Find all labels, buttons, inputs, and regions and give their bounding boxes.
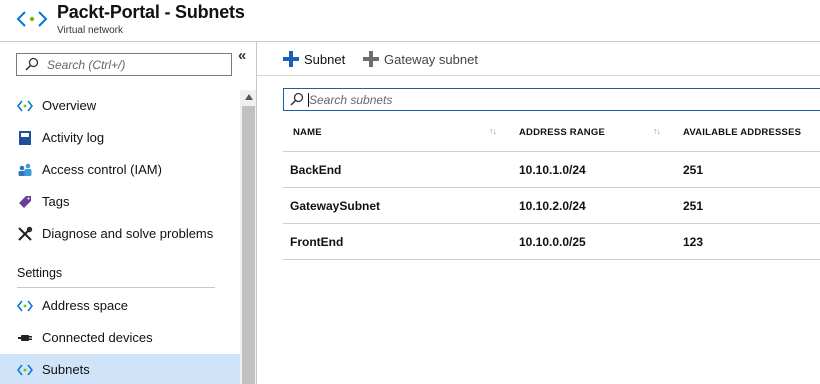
subnets-search-placeholder: Search subnets: [309, 93, 393, 107]
page-subtitle: Virtual network: [57, 25, 123, 36]
search-icon: [290, 92, 304, 106]
add-subnet-label: Subnet: [304, 52, 346, 67]
menu-item-tags[interactable]: Tags: [0, 188, 240, 216]
collapse-menu-icon[interactable]: «: [238, 47, 246, 64]
menu-item-address-space[interactable]: Address space: [0, 292, 240, 320]
menu-item-connected-devices[interactable]: Connected devices: [0, 324, 240, 352]
sort-icon[interactable]: ↑↓: [489, 126, 497, 136]
subnet-name[interactable]: GatewaySubnet: [290, 199, 380, 213]
blade-header: Packt-Portal - Subnets Virtual network: [0, 0, 820, 42]
column-header-name[interactable]: NAME: [293, 127, 322, 138]
subnet-address-range: 10.10.2.0/24: [519, 199, 586, 213]
activity-log-icon: [19, 131, 31, 145]
menu-item-label: Activity log: [42, 130, 105, 145]
page-title: Packt-Portal - Subnets: [57, 2, 245, 22]
menu-item-label: Overview: [42, 98, 97, 113]
menu-item-diagnose[interactable]: Diagnose and solve problems: [0, 220, 240, 248]
resource-menu: Search (Ctrl+/) « Overview Activity log …: [0, 42, 257, 384]
search-icon: [25, 57, 39, 71]
plus-icon: [363, 51, 379, 67]
plus-icon: [283, 51, 299, 67]
tag-icon: [19, 196, 31, 208]
vnet-icon: [17, 100, 33, 112]
section-divider: [17, 287, 215, 288]
row-divider: [283, 259, 820, 260]
menu-item-activity-log[interactable]: Activity log: [0, 124, 240, 152]
add-gateway-subnet-label: Gateway subnet: [384, 52, 478, 67]
subnet-available-addresses: 251: [683, 163, 704, 177]
subnet-address-range: 10.10.0.0/25: [519, 235, 586, 249]
subnet-name[interactable]: FrontEnd: [290, 235, 343, 249]
plug-icon: [18, 335, 32, 341]
subnet-available-addresses: 251: [683, 199, 704, 213]
vnet-icon: [17, 300, 33, 312]
settings-section-heading: Settings: [17, 266, 63, 280]
menu-item-label: Diagnose and solve problems: [42, 226, 214, 241]
subnet-available-addresses: 123: [683, 235, 704, 249]
menu-scrollbar-thumb[interactable]: [242, 106, 255, 384]
menu-item-label: Connected devices: [42, 330, 153, 345]
column-header-available-addresses[interactable]: AVAILABLE ADDRESSES: [683, 127, 801, 138]
menu-search-input[interactable]: Search (Ctrl+/): [16, 53, 232, 76]
subnet-name[interactable]: BackEnd: [290, 163, 341, 177]
iam-icon: [18, 163, 32, 176]
menu-search-placeholder: Search (Ctrl+/): [47, 58, 126, 72]
menu-item-access-control[interactable]: Access control (IAM): [0, 156, 240, 184]
menu-item-label: Address space: [42, 298, 128, 313]
vnet-icon: [16, 11, 48, 27]
menu-item-subnets[interactable]: Subnets: [0, 354, 240, 384]
menu-item-overview[interactable]: Overview: [0, 92, 240, 120]
menu-item-label: Tags: [42, 194, 70, 209]
sort-icon[interactable]: ↑↓: [653, 126, 661, 136]
subnet-address-range: 10.10.1.0/24: [519, 163, 586, 177]
scroll-up-arrow-icon[interactable]: [245, 94, 253, 100]
column-header-address-range[interactable]: ADDRESS RANGE: [519, 127, 605, 138]
subnets-search-input[interactable]: Search subnets: [283, 88, 820, 111]
menu-item-label: Access control (IAM): [42, 162, 162, 177]
vnet-icon: [17, 364, 33, 376]
subnets-blade: Subnet Gateway subnet Search subnets NAM…: [257, 42, 820, 384]
command-bar: Subnet Gateway subnet: [257, 42, 820, 76]
wrench-icon: [18, 226, 33, 241]
menu-item-label: Subnets: [42, 362, 90, 377]
